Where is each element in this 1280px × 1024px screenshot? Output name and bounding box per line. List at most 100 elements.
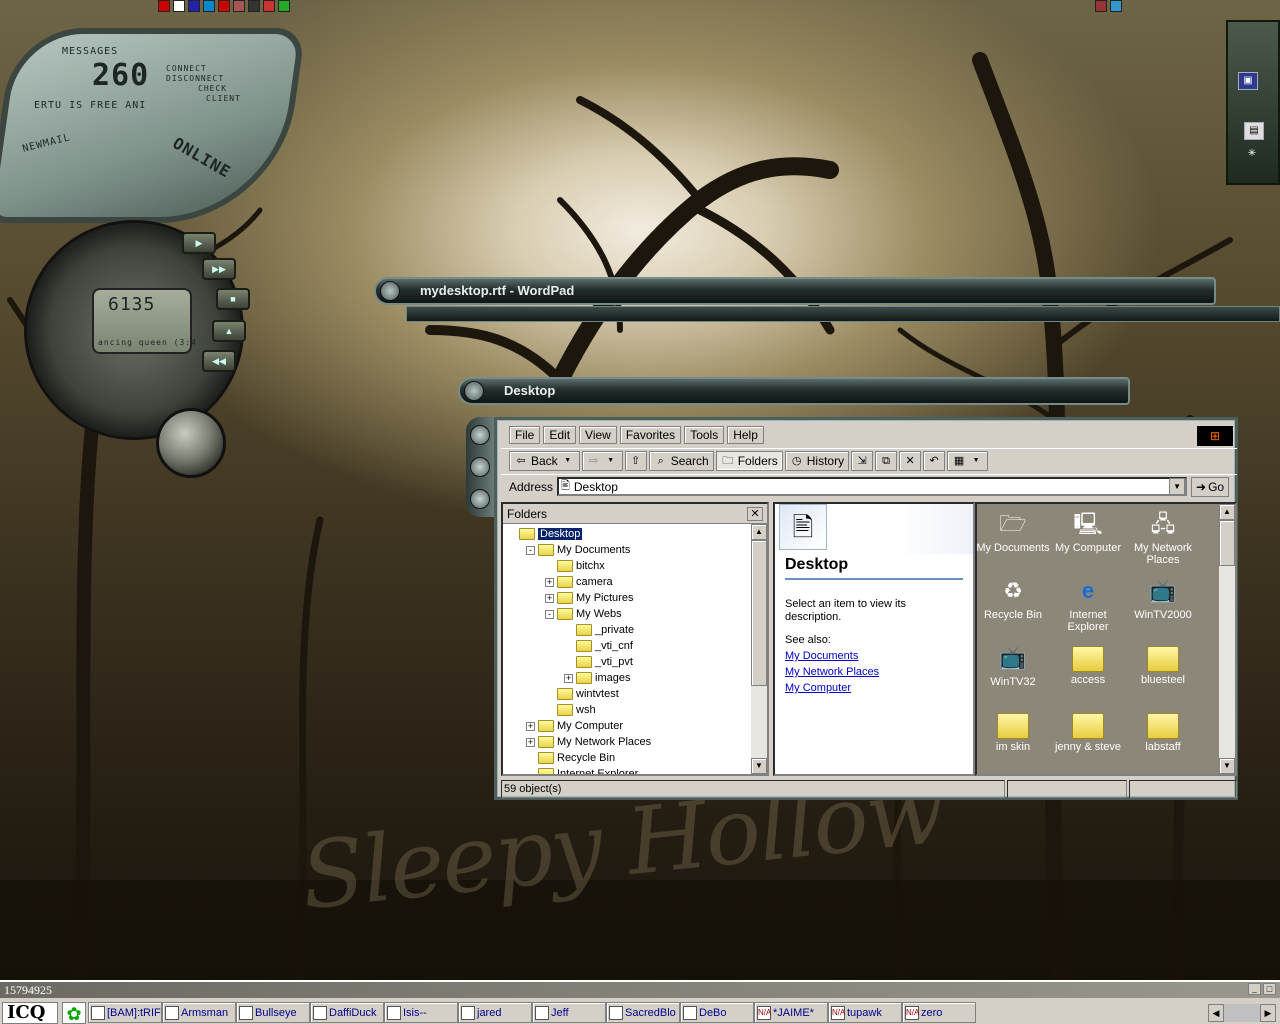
desktop-icon-item[interactable]: 🖳 My Computer xyxy=(1050,506,1126,572)
scroll-up-button[interactable]: ▲ xyxy=(751,524,767,540)
tree-item[interactable]: + images xyxy=(564,670,630,686)
menu-view[interactable]: View xyxy=(579,426,617,444)
delete-button[interactable]: ✕ xyxy=(899,450,922,471)
disconnect-button[interactable]: DISCONNECT xyxy=(166,74,224,83)
contact-button[interactable]: Isis-- xyxy=(384,1002,458,1023)
desktop-icon-item[interactable]: 📺 WinTV32 xyxy=(977,640,1051,706)
menu-edit[interactable]: Edit xyxy=(543,426,577,444)
desktop-icon-item[interactable]: ♻ Recycle Bin xyxy=(977,573,1051,639)
address-input[interactable]: 🖹 Desktop ▼ xyxy=(557,477,1188,496)
up-folder-button[interactable]: ⇧ xyxy=(624,450,647,471)
folders-button[interactable]: 🗀 Folders xyxy=(715,450,783,471)
minimize-button[interactable]: _ xyxy=(1248,983,1261,995)
tray-app-icon[interactable] xyxy=(248,0,260,12)
tree-item[interactable]: Desktop xyxy=(507,526,583,542)
icon-view-scrollbar[interactable]: ▲ ▼ xyxy=(1219,504,1235,774)
stop-button[interactable]: ■ xyxy=(216,288,250,310)
tree-item[interactable]: + camera xyxy=(545,574,613,590)
tray-app-icon[interactable] xyxy=(188,0,200,12)
folder-tree-scrollbar[interactable]: ▲ ▼ xyxy=(751,524,767,774)
icq-flower-icon[interactable]: ✿ xyxy=(62,1002,86,1024)
contact-button[interactable]: [BAM]:tRIFl xyxy=(88,1002,162,1023)
tree-item[interactable]: wsh xyxy=(545,702,596,718)
forward-button[interactable]: ⇨ ▼ xyxy=(581,450,623,471)
contact-button[interactable]: N/A tupawk xyxy=(828,1002,902,1023)
window-knob[interactable] xyxy=(470,425,490,445)
tray-app-icon[interactable] xyxy=(218,0,230,12)
play-button[interactable]: ▶ xyxy=(182,232,216,254)
prev-button[interactable]: ◀◀ xyxy=(202,350,236,372)
star-icon[interactable]: ✳ xyxy=(1242,146,1262,164)
undo-button[interactable]: ↶ xyxy=(923,450,946,471)
contact-button[interactable]: DaffiDuck xyxy=(310,1002,384,1023)
connect-button[interactable]: CONNECT xyxy=(166,64,207,73)
menu-favorites[interactable]: Favorites xyxy=(619,426,682,444)
tray-app-icon[interactable] xyxy=(1095,0,1107,12)
app-icon[interactable]: ▣ xyxy=(1238,72,1258,90)
desktop-icon-item[interactable]: 🗁 My Documents xyxy=(977,506,1051,572)
close-icon[interactable]: ✕ xyxy=(747,506,763,521)
contact-button[interactable]: N/A zero xyxy=(902,1002,976,1023)
search-button[interactable]: ⌕ Search xyxy=(648,450,714,471)
tree-expander-icon[interactable]: - xyxy=(526,545,535,555)
scroll-left-button[interactable]: ◀ xyxy=(1208,1004,1224,1022)
desktop-icon-item[interactable]: 📺 WinTV2000 xyxy=(1125,573,1201,639)
history-button[interactable]: ◷ History xyxy=(784,450,850,471)
window-menu-knob[interactable] xyxy=(380,281,400,301)
menu-file[interactable]: File xyxy=(509,426,541,444)
tray-app-icon[interactable] xyxy=(233,0,245,12)
contact-button[interactable]: N/A *JAIME* xyxy=(754,1002,828,1023)
tree-item[interactable]: Recycle Bin xyxy=(526,750,615,766)
window-knob[interactable] xyxy=(470,457,490,477)
app-icon[interactable]: ▤ xyxy=(1244,122,1264,140)
check-button[interactable]: CHECK xyxy=(198,84,227,93)
tree-item[interactable]: Internet Explorer xyxy=(526,766,638,774)
window-knob[interactable] xyxy=(470,489,490,509)
client-button[interactable]: CLIENT xyxy=(206,94,241,103)
desktop-icon-item[interactable]: jenny & steve xyxy=(1050,707,1126,773)
views-button[interactable]: ▦ ▼ xyxy=(947,450,989,471)
tray-app-icon[interactable] xyxy=(278,0,290,12)
tree-item[interactable]: + My Pictures xyxy=(545,590,633,606)
desktop-window-bar[interactable]: Desktop xyxy=(458,377,1130,405)
tree-item[interactable]: _vti_pvt xyxy=(564,654,633,670)
link-my-computer[interactable]: My Computer xyxy=(785,682,963,694)
link-my-network-places[interactable]: My Network Places xyxy=(785,666,963,678)
scroll-up-button[interactable]: ▲ xyxy=(1219,504,1235,520)
desktop-icon-item[interactable]: access xyxy=(1050,640,1126,706)
window-menu-knob[interactable] xyxy=(464,381,484,401)
contact-button[interactable]: DeBo xyxy=(680,1002,754,1023)
icq-logo[interactable]: ICQ xyxy=(2,1002,58,1024)
tree-item[interactable]: wintvtest xyxy=(545,686,619,702)
contact-button[interactable]: SacredBlo xyxy=(606,1002,680,1023)
tree-item[interactable]: - My Webs xyxy=(545,606,622,622)
scroll-thumb[interactable] xyxy=(1219,520,1235,566)
contact-button[interactable]: jared xyxy=(458,1002,532,1023)
tray-app-icon[interactable] xyxy=(173,0,185,12)
menu-tools[interactable]: Tools xyxy=(684,426,725,444)
tray-app-icon[interactable] xyxy=(158,0,170,12)
scroll-down-button[interactable]: ▼ xyxy=(751,758,767,774)
tray-app-icon[interactable] xyxy=(263,0,275,12)
contact-button[interactable]: Jeff xyxy=(532,1002,606,1023)
volume-knob[interactable] xyxy=(156,408,226,478)
next-button[interactable]: ▶▶ xyxy=(202,258,236,280)
link-my-documents[interactable]: My Documents xyxy=(785,650,963,662)
tree-item[interactable]: _private xyxy=(564,622,634,638)
tree-expander-icon[interactable]: + xyxy=(545,593,554,603)
desktop-icon-item[interactable]: e Internet Explorer xyxy=(1050,573,1126,639)
tree-expander-icon[interactable]: - xyxy=(545,609,554,619)
contact-button[interactable]: Bullseye xyxy=(236,1002,310,1023)
eject-button[interactable]: ▲ xyxy=(212,320,246,342)
desktop-icon-item[interactable]: labstaff xyxy=(1125,707,1201,773)
tree-expander-icon[interactable]: + xyxy=(526,721,535,731)
wordpad-window-bar[interactable]: mydesktop.rtf - WordPad xyxy=(374,277,1216,305)
desktop-icon-item[interactable]: im skin xyxy=(977,707,1051,773)
tree-expander-icon[interactable]: + xyxy=(564,673,573,683)
scroll-right-button[interactable]: ▶ xyxy=(1260,1004,1276,1022)
go-button[interactable]: ➜ Go xyxy=(1191,476,1230,497)
move-to-button[interactable]: ⇲ xyxy=(851,450,874,471)
desktop-icon-item[interactable]: 🖧 My Network Places xyxy=(1125,506,1201,572)
address-dropdown-button[interactable]: ▼ xyxy=(1169,478,1186,495)
tray-app-icon[interactable] xyxy=(203,0,215,12)
